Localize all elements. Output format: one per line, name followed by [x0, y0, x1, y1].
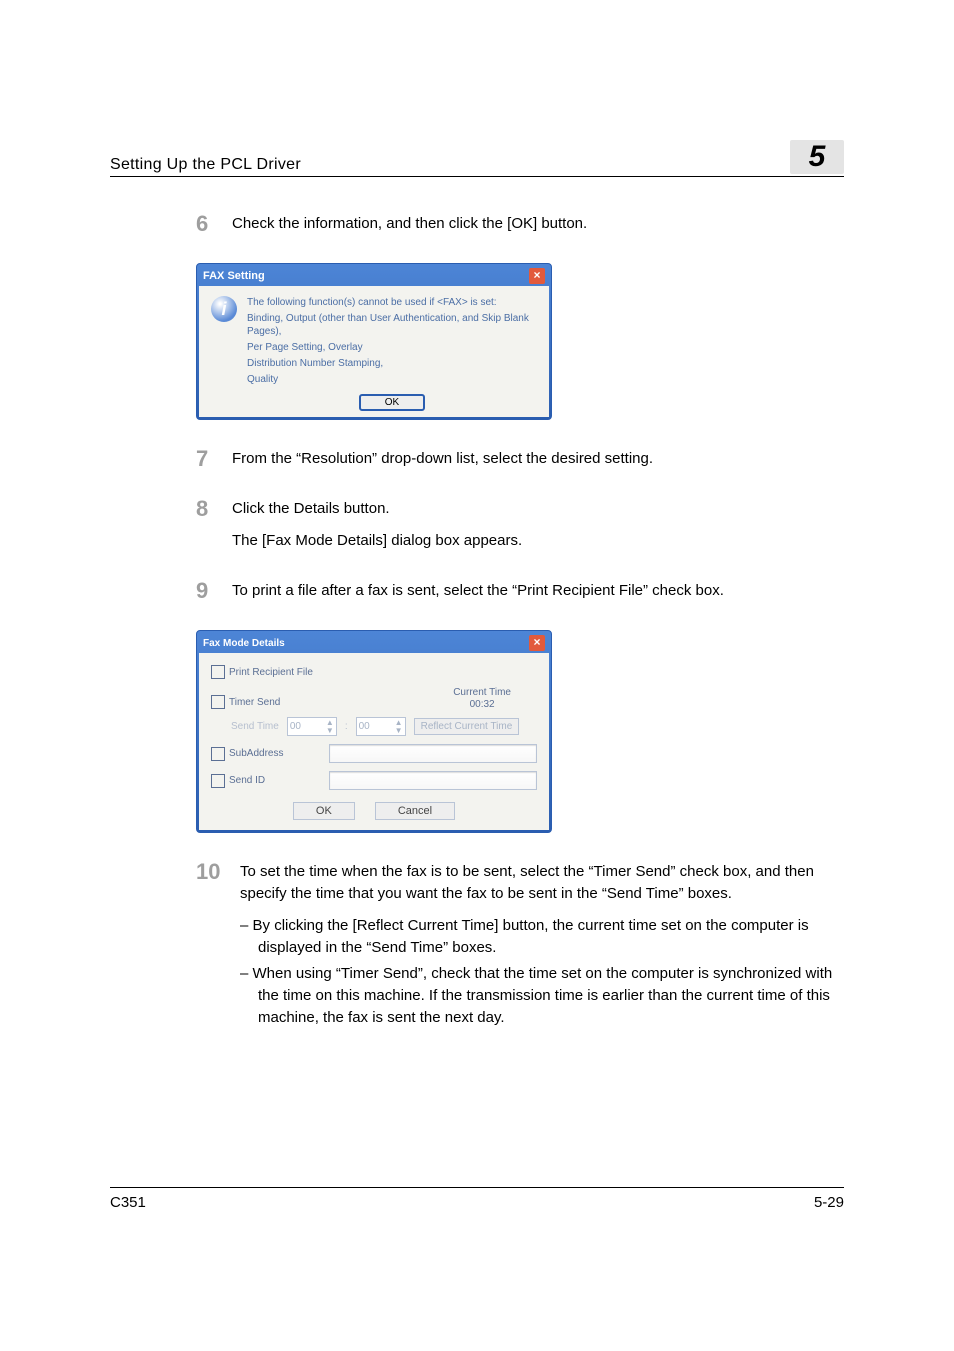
step-num-6: 6	[196, 213, 232, 235]
send-time-hour-spinner[interactable]: 00▲▼	[287, 717, 337, 736]
ok-button[interactable]: OK	[293, 802, 355, 820]
subaddress-checkbox[interactable]	[211, 747, 225, 761]
step-num-7: 7	[196, 448, 232, 470]
step-9-text: To print a file after a fax is sent, sel…	[232, 580, 844, 602]
footer-page: 5-29	[814, 1194, 844, 1211]
print-recipient-checkbox[interactable]	[211, 665, 225, 679]
close-icon[interactable]: ×	[529, 635, 545, 651]
send-id-checkbox[interactable]	[211, 774, 225, 788]
step-num-10: 10	[196, 861, 240, 883]
step-8-text-2: The [Fax Mode Details] dialog box appear…	[232, 530, 844, 552]
dialog-title: FAX Setting	[203, 270, 265, 282]
dlg1-line3: Per Page Setting, Overlay	[247, 341, 537, 354]
fax-setting-dialog: FAX Setting × i The following function(s…	[196, 263, 552, 420]
chapter-number-badge: 5	[790, 140, 844, 174]
step-10-bullet-1: By clicking the [Reflect Current Time] b…	[258, 915, 844, 959]
dlg1-line2: Binding, Output (other than User Authent…	[247, 312, 537, 338]
send-time-min-spinner[interactable]: 00▲▼	[356, 717, 406, 736]
dlg1-line5: Quality	[247, 373, 537, 386]
dlg1-line1: The following function(s) cannot be used…	[247, 296, 537, 309]
step-10-text: To set the time when the fax is to be se…	[240, 861, 844, 905]
subaddress-field[interactable]	[329, 744, 537, 763]
step-10-bullet-2: When using “Timer Send”, check that the …	[258, 963, 844, 1029]
footer-model: C351	[110, 1194, 146, 1211]
send-time-label: Send Time	[231, 721, 279, 732]
cancel-button[interactable]: Cancel	[375, 802, 455, 820]
reflect-current-time-button[interactable]: Reflect Current Time	[414, 718, 520, 735]
current-time: Current Time 00:32	[453, 687, 511, 711]
close-icon[interactable]: ×	[529, 268, 545, 284]
step-num-9: 9	[196, 580, 232, 602]
fax-mode-details-dialog: Fax Mode Details × Print Recipient File …	[196, 630, 552, 833]
step-7-text: From the “Resolution” drop-down list, se…	[232, 448, 844, 470]
step-6-text: Check the information, and then click th…	[232, 213, 844, 235]
step-8-text-1: Click the Details button.	[232, 498, 844, 520]
send-id-field[interactable]	[329, 771, 537, 790]
timer-send-label: Timer Send	[229, 697, 280, 708]
print-recipient-label: Print Recipient File	[229, 667, 313, 678]
step-num-8: 8	[196, 498, 232, 520]
running-title: Setting Up the PCL Driver	[110, 156, 301, 174]
send-id-label: Send ID	[229, 775, 265, 786]
timer-send-checkbox[interactable]	[211, 695, 225, 709]
ok-button[interactable]: OK	[359, 394, 425, 411]
dialog-title: Fax Mode Details	[203, 638, 285, 649]
info-icon: i	[211, 296, 237, 322]
subaddress-label: SubAddress	[229, 748, 283, 759]
dlg1-line4: Distribution Number Stamping,	[247, 357, 537, 370]
